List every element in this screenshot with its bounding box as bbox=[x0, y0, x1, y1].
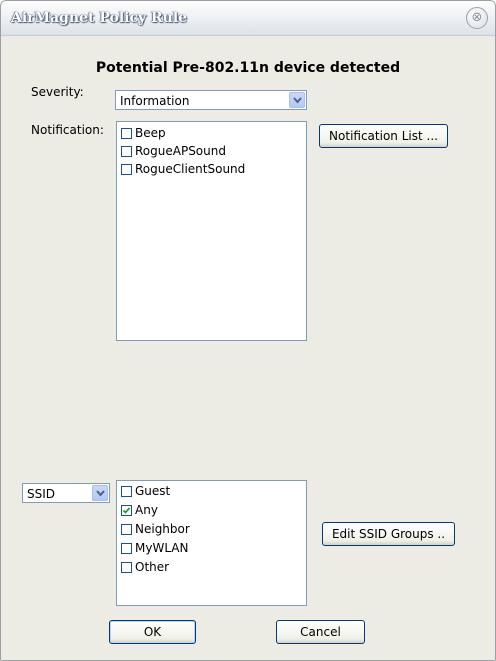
severity-value: Information bbox=[120, 94, 190, 108]
checkbox[interactable] bbox=[121, 543, 132, 554]
ok-button[interactable]: OK bbox=[109, 620, 196, 644]
list-item-label: Guest bbox=[135, 484, 171, 498]
list-item-label: MyWLAN bbox=[135, 541, 189, 555]
title-bar[interactable]: AirMagnet Policy Rule ⊗ bbox=[1, 1, 495, 36]
ssid-filter-select[interactable]: SSID bbox=[22, 483, 110, 503]
rule-heading: Potential Pre-802.11n device detected bbox=[95, 60, 401, 76]
checkmark-icon bbox=[122, 507, 131, 514]
window-title: AirMagnet Policy Rule bbox=[11, 10, 188, 26]
notification-list[interactable]: Beep RogueAPSound RogueClientSound bbox=[116, 121, 307, 341]
severity-select[interactable]: Information bbox=[115, 90, 307, 110]
checkbox[interactable] bbox=[121, 486, 132, 497]
chevron-down-icon[interactable] bbox=[92, 485, 108, 501]
checkbox[interactable] bbox=[121, 562, 132, 573]
policy-rule-dialog: AirMagnet Policy Rule ⊗ Potential Pre-80… bbox=[0, 0, 496, 661]
checkbox[interactable] bbox=[121, 146, 132, 157]
severity-label: Severity: bbox=[31, 85, 84, 99]
checkbox[interactable] bbox=[121, 128, 132, 139]
list-item-label: Neighbor bbox=[135, 522, 190, 536]
list-item-label: RogueAPSound bbox=[135, 144, 226, 158]
list-item-label: RogueClientSound bbox=[135, 162, 246, 176]
ssid-filter-value: SSID bbox=[27, 487, 56, 501]
chevron-down-icon[interactable] bbox=[289, 92, 305, 108]
checkbox[interactable] bbox=[121, 524, 132, 535]
list-item-label: Any bbox=[135, 503, 158, 517]
cancel-button[interactable]: Cancel bbox=[276, 620, 365, 644]
checkbox[interactable] bbox=[121, 164, 132, 175]
notification-list-button[interactable]: Notification List ... bbox=[319, 124, 448, 148]
edit-ssid-groups-button[interactable]: Edit SSID Groups .. bbox=[322, 522, 455, 546]
ssid-list[interactable]: Guest Any Neighbor MyWLAN Other bbox=[116, 480, 307, 606]
notification-label: Notification: bbox=[31, 123, 104, 137]
checkbox-checked[interactable] bbox=[121, 505, 132, 516]
list-item-label: Beep bbox=[135, 126, 166, 140]
close-icon[interactable]: ⊗ bbox=[466, 7, 488, 29]
list-item-label: Other bbox=[135, 560, 170, 574]
